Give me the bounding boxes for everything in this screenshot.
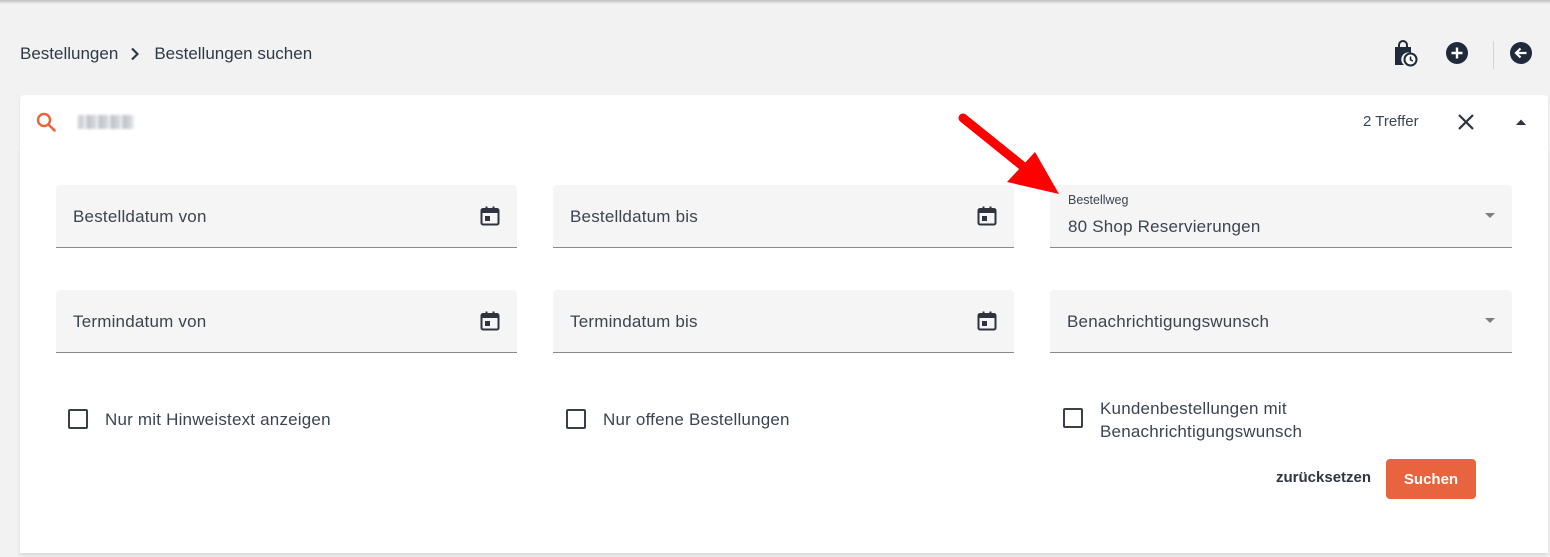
order-history-button[interactable]: [1390, 39, 1420, 72]
calendar-icon[interactable]: [478, 309, 502, 333]
customer-orders-label-line2: Benachrichtigungswunsch: [1100, 422, 1303, 441]
calendar-icon[interactable]: [478, 204, 502, 228]
only-with-note-checkbox[interactable]: Nur mit Hinweistext anzeigen: [68, 408, 331, 431]
close-icon: [1458, 114, 1474, 130]
checkbox-box[interactable]: [68, 409, 88, 429]
clear-search-button[interactable]: [1453, 109, 1479, 135]
search-bar: 2 Treffer: [20, 95, 1548, 149]
order-channel-label: Bestellweg: [1068, 193, 1129, 207]
only-open-orders-label: Nur offene Bestellungen: [603, 410, 790, 429]
add-order-button[interactable]: [1442, 40, 1472, 70]
order-date-to-label: Bestelldatum bis: [570, 207, 698, 226]
only-open-orders-checkbox[interactable]: Nur offene Bestellungen: [566, 408, 790, 431]
back-arrow-circle-icon: [1509, 41, 1533, 70]
filter-panel: Bestelldatum von Bestelldatum bis Bestel…: [20, 149, 1548, 553]
reset-button[interactable]: zurücksetzen: [1276, 469, 1371, 486]
calendar-icon[interactable]: [975, 309, 999, 333]
order-date-to-field[interactable]: Bestelldatum bis: [553, 185, 1014, 248]
chevron-right-icon: [130, 47, 140, 61]
hit-count: 2 Treffer: [1363, 113, 1419, 130]
appointment-date-from-label: Termindatum von: [73, 312, 207, 331]
collapse-filters-button[interactable]: [1510, 109, 1532, 135]
customer-orders-notification-checkbox[interactable]: Kundenbestellungen mit Benachrichtigungs…: [1063, 397, 1302, 443]
checkbox-box[interactable]: [566, 409, 586, 429]
toolbar-divider: [1493, 41, 1494, 69]
caret-up-icon: [1516, 119, 1526, 125]
notification-wish-label: Benachrichtigungswunsch: [1067, 312, 1270, 331]
shopping-bag-clock-icon: [1392, 39, 1418, 72]
breadcrumb: Bestellungen Bestellungen suchen: [20, 44, 312, 64]
only-with-note-label: Nur mit Hinweistext anzeigen: [105, 410, 331, 429]
appointment-date-to-label: Termindatum bis: [570, 312, 698, 331]
dropdown-caret-icon: [1485, 318, 1495, 323]
search-input[interactable]: [76, 110, 576, 134]
calendar-icon[interactable]: [975, 204, 999, 228]
top-shadow: [0, 0, 1550, 4]
appointment-date-from-field[interactable]: Termindatum von: [56, 290, 517, 353]
checkbox-box[interactable]: [1063, 408, 1083, 428]
breadcrumb-current: Bestellungen suchen: [154, 44, 313, 63]
order-date-from-field[interactable]: Bestelldatum von: [56, 185, 517, 248]
customer-orders-label-line1: Kundenbestellungen mit: [1100, 399, 1287, 418]
appointment-date-to-field[interactable]: Termindatum bis: [553, 290, 1014, 353]
add-circle-icon: [1445, 41, 1469, 70]
order-date-from-label: Bestelldatum von: [73, 207, 207, 226]
customer-orders-notification-label: Kundenbestellungen mit Benachrichtigungs…: [1100, 397, 1302, 443]
search-button[interactable]: Suchen: [1386, 459, 1476, 499]
search-icon: [34, 110, 58, 134]
dropdown-caret-icon: [1485, 213, 1495, 218]
order-channel-select[interactable]: Bestellweg 80 Shop Reservierungen: [1050, 185, 1512, 248]
breadcrumb-root[interactable]: Bestellungen: [20, 44, 118, 64]
notification-wish-select[interactable]: Benachrichtigungswunsch: [1050, 290, 1512, 353]
back-button[interactable]: [1506, 40, 1536, 70]
order-channel-value: 80 Shop Reservierungen: [1068, 217, 1261, 236]
